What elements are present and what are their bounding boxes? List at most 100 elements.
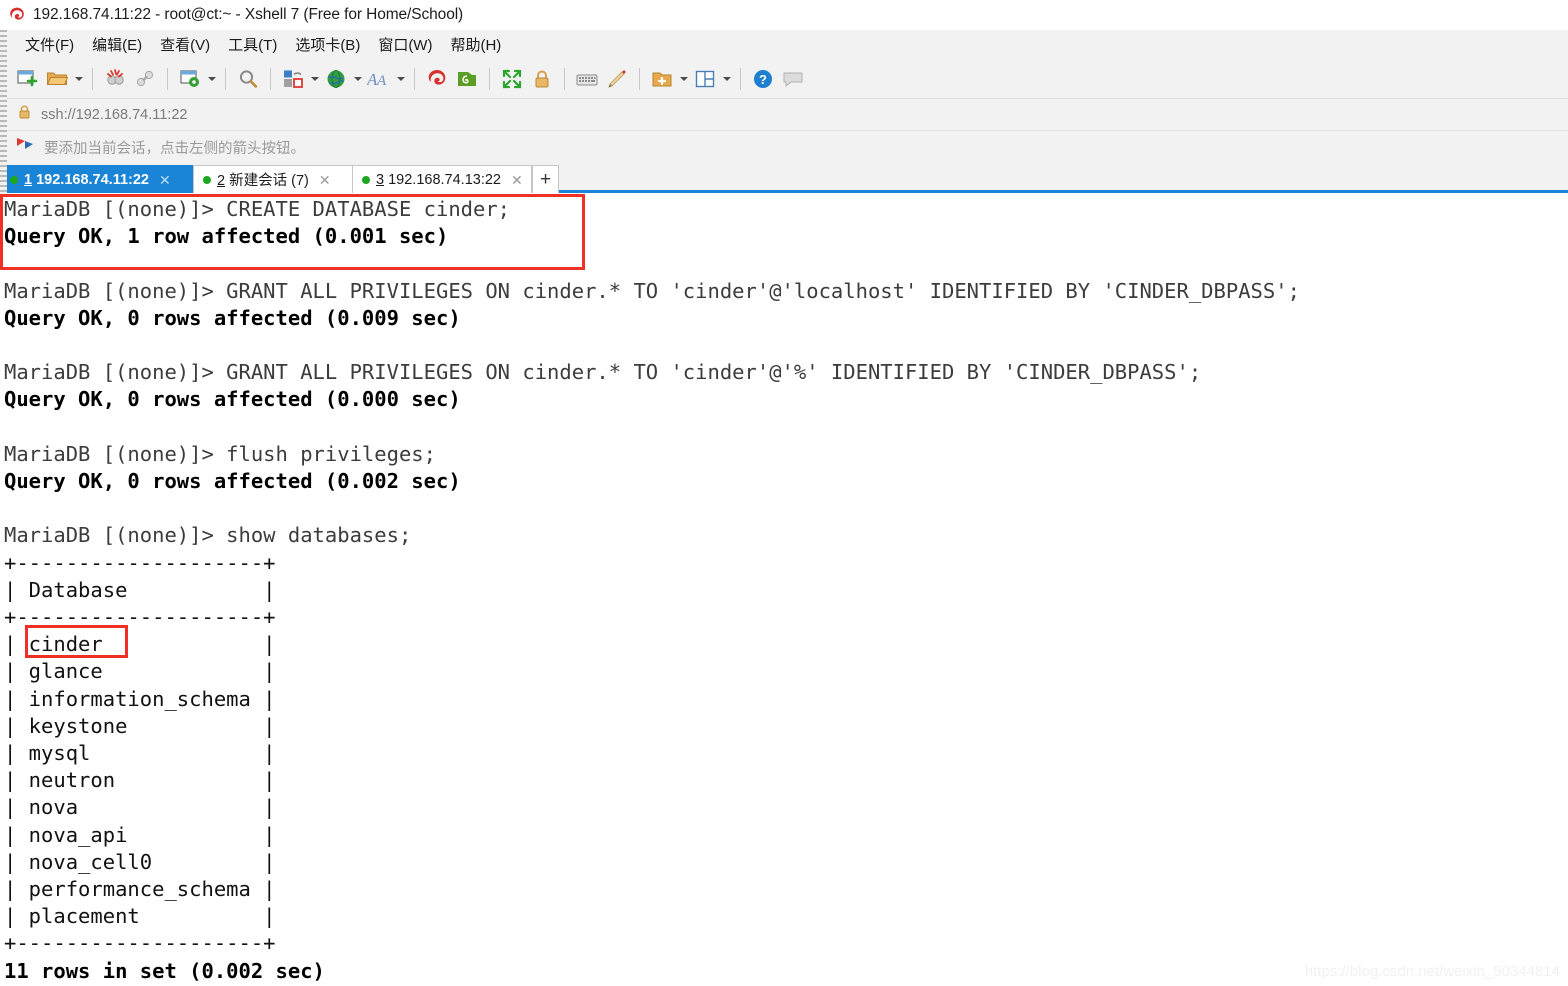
find-icon[interactable] (233, 64, 263, 94)
globe-dropdown-caret[interactable] (351, 65, 364, 93)
terminal-line-9: MariaDB [(none)]> flush privileges; (4, 441, 436, 466)
terminal-line-6: MariaDB [(none)]> GRANT ALL PRIVILEGES O… (4, 360, 1202, 385)
window-title-text: 192.168.74.11:22 - root@ct:~ - Xshell 7 … (33, 6, 464, 23)
layout-icon[interactable] (690, 64, 720, 94)
svg-text:A: A (376, 73, 387, 89)
terminal-line-16: | cinder | (4, 632, 276, 657)
tab-status-dot-icon (203, 175, 211, 184)
xshell-logo-icon (8, 6, 26, 24)
terminal-line-22: | nova | (4, 795, 276, 820)
terminal-line-13: +--------------------+ (4, 550, 276, 575)
session-properties-dropdown-caret[interactable] (205, 65, 218, 93)
address-bar-value[interactable]: ssh://192.168.74.11:22 (41, 107, 187, 123)
svg-text:?: ? (759, 72, 767, 87)
transfer-file-icon[interactable] (278, 64, 308, 94)
session-properties-icon[interactable] (175, 64, 205, 94)
tab-close-icon-3[interactable]: ✕ (511, 173, 523, 187)
xftp-icon[interactable] (452, 64, 482, 94)
terminal-output[interactable]: MariaDB [(none)]> CREATE DATABASE cinder… (0, 196, 1568, 986)
terminal-line-18: | information_schema | (4, 686, 276, 711)
font-size-dropdown-caret[interactable] (394, 65, 407, 93)
tab-session-1[interactable]: 1 192.168.74.11:22 ✕ (0, 165, 194, 193)
disconnect-icon[interactable] (100, 64, 130, 94)
fullscreen-icon[interactable] (497, 64, 527, 94)
xshell-icon[interactable] (422, 64, 452, 94)
session-hint-text: 要添加当前会话，点击左侧的箭头按钮。 (44, 141, 305, 157)
terminal-line-4: Query OK, 0 rows affected (0.009 sec) (4, 305, 461, 330)
terminal-line-7: Query OK, 0 rows affected (0.000 sec) (4, 387, 461, 412)
terminal-line-25: | performance_schema | (4, 877, 276, 902)
lock-icon[interactable] (527, 64, 557, 94)
layout-dropdown-caret[interactable] (720, 65, 733, 93)
terminal-line-21: | neutron | (4, 768, 276, 793)
terminal-line-0: MariaDB [(none)]> CREATE DATABASE cinder… (4, 197, 511, 221)
tab-status-dot-icon (10, 175, 18, 184)
session-hint-bar: 要添加当前会话，点击左侧的箭头按钮。 (0, 131, 1568, 164)
transfer-file-dropdown-caret[interactable] (308, 65, 321, 93)
menu-help[interactable]: 帮助(H) (441, 32, 510, 57)
window-title-bar: 192.168.74.11:22 - root@ct:~ - Xshell 7 … (0, 0, 1568, 30)
font-size-icon[interactable]: A A (364, 64, 394, 94)
terminal-line-5 (4, 332, 1568, 359)
new-session-icon[interactable] (12, 64, 42, 94)
open-folder-icon[interactable] (42, 64, 72, 94)
chat-icon[interactable] (778, 64, 808, 94)
address-bar[interactable]: ssh://192.168.74.11:22 (0, 99, 1568, 131)
terminal-line-3: MariaDB [(none)]> GRANT ALL PRIVILEGES O… (4, 278, 1300, 303)
menu-tabs[interactable]: 选项卡(B) (286, 32, 369, 57)
terminal-line-26: | placement | (4, 904, 276, 929)
add-folder-dropdown-caret[interactable] (677, 65, 690, 93)
toolbar-separator (92, 67, 93, 90)
tab-bar: 1 192.168.74.11:22 ✕ 2 新建会话 (7) ✕ 3 192.… (0, 164, 1568, 193)
toolbar-separator (489, 67, 490, 90)
open-folder-dropdown-caret[interactable] (72, 65, 85, 93)
globe-icon[interactable] (321, 64, 351, 94)
tab-close-icon-1[interactable]: ✕ (159, 173, 171, 187)
menu-window[interactable]: 窗口(W) (369, 32, 441, 57)
help-icon[interactable]: ? (748, 64, 778, 94)
menu-tools[interactable]: 工具(T) (219, 32, 286, 57)
menu-view[interactable]: 查看(V) (151, 32, 219, 57)
terminal-line-24: | nova_cell0 | (4, 849, 276, 874)
terminal-line-15: +--------------------+ (4, 605, 276, 630)
add-folder-icon[interactable] (647, 64, 677, 94)
terminal-line-8 (4, 414, 1568, 441)
watermark: https://blog.csdn.net/weixin_50344814 (1304, 963, 1560, 980)
toolbar-separator (225, 67, 226, 90)
menu-file[interactable]: 文件(F) (16, 32, 83, 57)
terminal-line-19: | keystone | (4, 713, 276, 738)
toolbar: A A ? (0, 59, 1568, 99)
compose-icon[interactable] (602, 64, 632, 94)
tab-status-dot-icon (362, 175, 370, 184)
tab-label-3: 3 192.168.74.13:22 (376, 171, 501, 188)
terminal-line-20: | mysql | (4, 741, 276, 766)
terminal-line-27: +--------------------+ (4, 931, 276, 956)
terminal-line-2 (4, 250, 1568, 277)
terminal-line-12: MariaDB [(none)]> show databases; (4, 523, 412, 548)
terminal-line-11 (4, 495, 1568, 522)
toolbar-drag-grip[interactable] (0, 30, 7, 196)
keyboard-icon[interactable] (572, 64, 602, 94)
tab-close-icon-2[interactable]: ✕ (319, 173, 331, 187)
toolbar-separator (270, 67, 271, 90)
reconnect-icon[interactable] (130, 64, 160, 94)
toolbar-separator (639, 67, 640, 90)
toolbar-separator (564, 67, 565, 90)
menu-bar: 文件(F) 编辑(E) 查看(V) 工具(T) 选项卡(B) 窗口(W) 帮助(… (0, 30, 1568, 59)
menu-edit[interactable]: 编辑(E) (83, 32, 151, 57)
terminal-line-17: | glance | (4, 659, 276, 684)
toolbar-separator (414, 67, 415, 90)
terminal-line-1: Query OK, 1 row affected (0.001 sec) (4, 224, 449, 249)
bookmark-flag-icon (15, 136, 35, 159)
toolbar-separator (167, 67, 168, 90)
new-tab-button[interactable]: + (532, 165, 559, 193)
tab-label-1: 1 192.168.74.11:22 (24, 171, 149, 188)
terminal-line-23: | nova_api | (4, 822, 276, 847)
terminal-line-10: Query OK, 0 rows affected (0.002 sec) (4, 469, 461, 494)
toolbar-separator (740, 67, 741, 90)
terminal-line-14: | Database | (4, 577, 276, 602)
tab-label-2: 2 新建会话 (7) (217, 173, 309, 189)
lock-icon (18, 105, 31, 125)
tab-session-2[interactable]: 2 新建会话 (7) ✕ (193, 165, 353, 193)
tab-session-3[interactable]: 3 192.168.74.13:22 ✕ (352, 165, 532, 193)
